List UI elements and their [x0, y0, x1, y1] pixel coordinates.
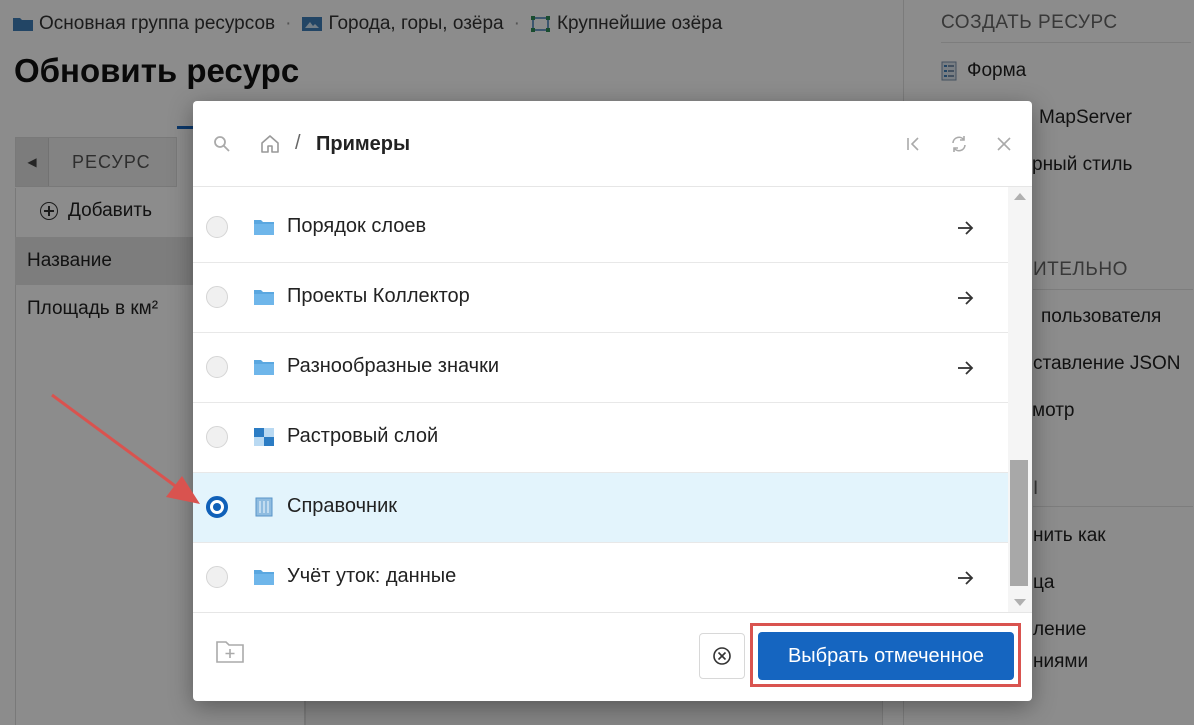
list-item[interactable]: Проекты Коллектор — [193, 263, 1008, 333]
list-item-label: Порядок слоев — [287, 215, 427, 237]
dialog-header: / Примеры — [193, 101, 1032, 187]
search-icon[interactable] — [213, 135, 231, 153]
new-folder-icon[interactable] — [215, 638, 245, 664]
close-icon[interactable] — [994, 134, 1014, 154]
radio-button[interactable] — [206, 286, 228, 308]
folder-icon — [254, 220, 274, 235]
scroll-up-icon[interactable] — [1014, 193, 1026, 200]
scrollbar[interactable] — [1008, 187, 1032, 612]
arrow-right-icon[interactable] — [954, 357, 976, 379]
lookup-table-icon — [255, 497, 273, 517]
radio-button[interactable] — [206, 496, 228, 518]
clear-circle-icon — [713, 647, 731, 665]
list-item-label: Разнообразные значки — [287, 355, 500, 377]
radio-button[interactable] — [206, 356, 228, 378]
folder-icon — [254, 290, 274, 305]
radio-button[interactable] — [206, 426, 228, 448]
resource-picker-dialog: / Примеры Порядок слоев Проекты Коллекто… — [193, 101, 1032, 701]
dialog-breadcrumb-current: Примеры — [316, 133, 411, 155]
scrollbar-thumb[interactable] — [1010, 460, 1028, 586]
list-item[interactable]: Разнообразные значки — [193, 333, 1008, 403]
radio-button[interactable] — [206, 566, 228, 588]
refresh-icon[interactable] — [949, 134, 969, 154]
clear-selection-button[interactable] — [699, 633, 745, 679]
home-icon[interactable] — [259, 133, 281, 155]
folder-icon — [254, 360, 274, 375]
list-item[interactable]: Учёт уток: данные — [193, 543, 1008, 612]
annotation-highlight-box — [750, 623, 1021, 687]
list-item-label: Растровый слой — [287, 425, 439, 447]
list-item[interactable]: Справочник — [193, 473, 1008, 543]
raster-layer-icon — [254, 428, 274, 446]
arrow-right-icon[interactable] — [954, 287, 976, 309]
folder-icon — [254, 570, 274, 585]
resource-list: Порядок слоев Проекты Коллектор Разнообр… — [193, 187, 1008, 612]
list-item[interactable]: Растровый слой — [193, 403, 1008, 473]
list-item-label: Проекты Коллектор — [287, 285, 470, 307]
list-item[interactable]: Порядок слоев — [193, 193, 1008, 263]
arrow-right-icon[interactable] — [954, 217, 976, 239]
scroll-down-icon[interactable] — [1014, 599, 1026, 606]
breadcrumb-separator: / — [295, 132, 301, 154]
list-item-label: Справочник — [287, 495, 397, 517]
arrow-right-icon[interactable] — [954, 567, 976, 589]
list-item-label: Учёт уток: данные — [287, 565, 457, 587]
radio-button[interactable] — [206, 216, 228, 238]
go-to-start-icon[interactable] — [904, 134, 924, 154]
